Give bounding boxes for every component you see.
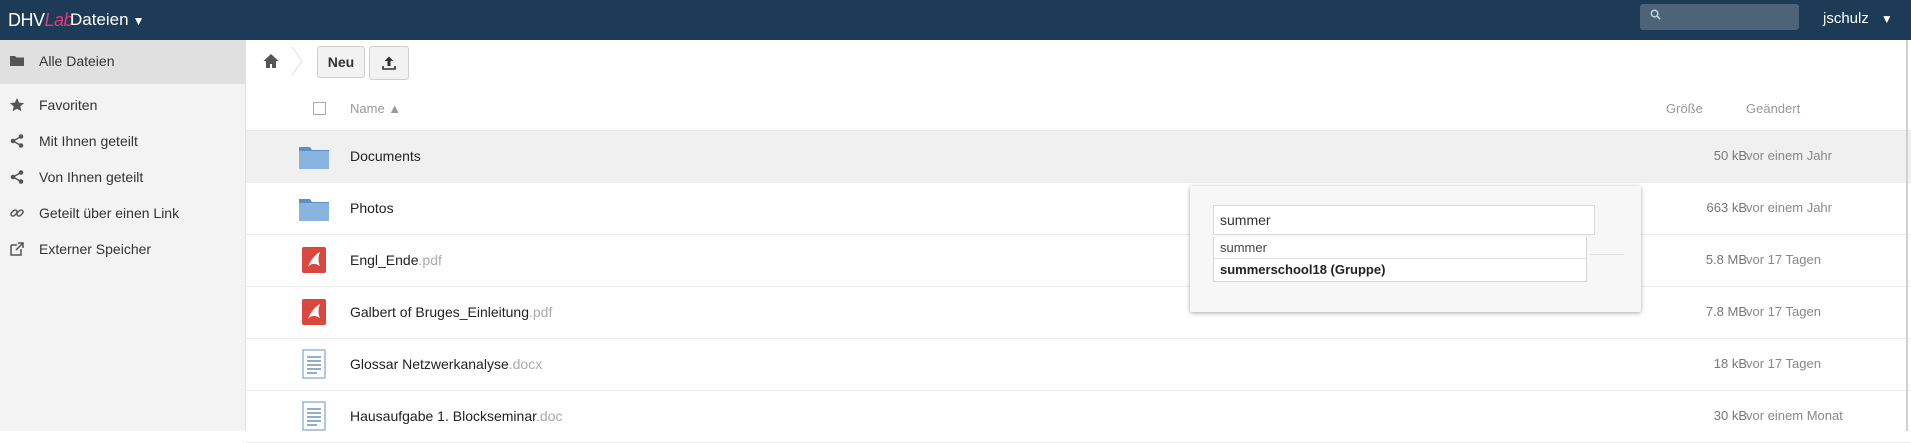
table-row[interactable]: Glossar Netzwerkanalyse.docx 18 kB vor 1… xyxy=(246,339,1911,391)
file-name[interactable]: Engl_Ende.pdf xyxy=(350,252,442,268)
sidebar-item-label: Favoriten xyxy=(39,97,98,113)
share-icon xyxy=(10,134,24,148)
autocomplete-item[interactable]: summer xyxy=(1214,237,1586,259)
search-icon xyxy=(1650,9,1661,20)
autocomplete-list: summer summerschool18 (Gruppe) xyxy=(1213,237,1587,282)
file-name[interactable]: Glossar Netzwerkanalyse.docx xyxy=(350,356,542,372)
link-icon xyxy=(10,209,24,217)
table-row[interactable]: Galbert of Bruges_Einleitung.pdf 7.8 MB … xyxy=(246,287,1911,339)
file-size: 18 kB xyxy=(1713,356,1747,371)
file-size: 7.8 MB xyxy=(1705,304,1747,319)
pdf-icon xyxy=(302,247,326,273)
file-name[interactable]: Hausaufgabe 1. Blockseminar.doc xyxy=(350,408,562,424)
app-title: Dateien xyxy=(70,10,129,29)
search-input[interactable] xyxy=(1668,7,1797,29)
select-all-checkbox[interactable] xyxy=(313,102,326,115)
file-table-header: Name ▲ Größe Geändert xyxy=(246,88,1911,131)
file-size: 5.8 MB xyxy=(1705,252,1747,267)
sidebar-item-label: Alle Dateien xyxy=(39,53,115,69)
table-row[interactable]: Hausaufgabe 1. Blockseminar.doc 30 kB vo… xyxy=(246,391,1911,443)
upload-icon xyxy=(382,56,396,70)
new-button[interactable]: Neu xyxy=(317,46,365,78)
divider xyxy=(1590,254,1624,255)
autocomplete-item-group[interactable]: summerschool18 (Gruppe) xyxy=(1214,259,1586,281)
sidebar-item-label: Externer Speicher xyxy=(39,241,152,257)
folder-icon xyxy=(10,56,24,66)
folder-icon xyxy=(299,147,329,169)
logo-accent: Lab xyxy=(44,10,74,30)
search-box[interactable] xyxy=(1640,4,1799,30)
share-with-input[interactable] xyxy=(1213,205,1595,235)
file-size: 30 kB xyxy=(1713,408,1747,423)
document-icon xyxy=(302,349,326,379)
user-name: jschulz xyxy=(1823,10,1869,27)
user-menu-button[interactable]: jschulz ▼ xyxy=(1823,10,1893,27)
sidebar-item-label: Von Ihnen geteilt xyxy=(39,169,144,185)
file-modified: vor einem Jahr xyxy=(1746,148,1832,163)
file-modified: vor einem Jahr xyxy=(1746,200,1832,215)
file-name[interactable]: Galbert of Bruges_Einleitung.pdf xyxy=(350,304,552,320)
file-name[interactable]: Documents xyxy=(350,148,421,164)
file-name[interactable]: Photos xyxy=(350,200,394,216)
table-row[interactable]: Engl_Ende.pdf 5.8 MB vor 17 Tagen xyxy=(246,235,1911,287)
sidebar-item-label: Geteilt über einen Link xyxy=(39,205,180,221)
file-modified: vor 17 Tagen xyxy=(1746,356,1821,371)
size-column-header[interactable]: Größe xyxy=(1666,101,1703,116)
sidebar: Alle Dateien Favoriten Mit Ihnen geteilt… xyxy=(0,40,246,431)
share-icon xyxy=(10,170,24,184)
home-icon[interactable] xyxy=(262,52,280,70)
upload-button[interactable] xyxy=(369,46,409,80)
sidebar-item-all-files[interactable]: Alle Dateien xyxy=(0,40,245,84)
scrollbar-track[interactable] xyxy=(1906,40,1908,431)
pdf-icon xyxy=(302,299,326,325)
table-row[interactable]: Documents 50 kB vor einem Jahr xyxy=(246,131,1911,183)
table-row[interactable]: Photos 663 kB vor einem Jahr xyxy=(246,183,1911,235)
file-size: 50 kB xyxy=(1713,148,1747,163)
top-header: DHVLab Dateien ▼ jschulz ▼ xyxy=(0,0,1911,40)
caret-down-icon: ▼ xyxy=(132,14,145,28)
file-size: 663 kB xyxy=(1706,200,1747,215)
document-icon xyxy=(302,401,326,431)
star-icon xyxy=(9,98,25,112)
caret-down-icon: ▼ xyxy=(1880,12,1893,26)
external-storage-icon xyxy=(10,242,24,256)
breadcrumb-separator xyxy=(291,47,303,75)
logo-main: DHV xyxy=(8,10,45,30)
folder-icon xyxy=(299,199,329,221)
sidebar-item-external-storage[interactable]: Externer Speicher xyxy=(0,228,245,272)
app-menu-button[interactable]: Dateien ▼ xyxy=(70,10,145,30)
file-modified: vor 17 Tagen xyxy=(1746,304,1821,319)
modified-column-header[interactable]: Geändert xyxy=(1746,101,1800,116)
file-modified: vor einem Monat xyxy=(1746,408,1843,423)
sidebar-item-label: Mit Ihnen geteilt xyxy=(39,133,138,149)
share-popover: summer summerschool18 (Gruppe) xyxy=(1190,186,1641,312)
name-column-header[interactable]: Name ▲ xyxy=(350,101,401,116)
file-modified: vor 17 Tagen xyxy=(1746,252,1821,267)
logo[interactable]: DHVLab xyxy=(8,10,74,31)
